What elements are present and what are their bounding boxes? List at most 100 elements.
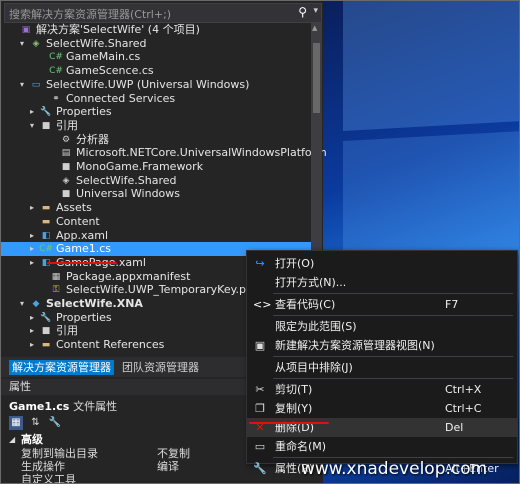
tree-item-label: MonoGame.Framework (76, 160, 204, 173)
menu-item[interactable]: ↪ 打开(O) (247, 254, 517, 273)
tree-item[interactable]: C# GameScence.cs (1, 64, 311, 78)
menu-item[interactable]: 限定为此范围(S) (247, 317, 517, 336)
shared-project-icon: ◈ (32, 38, 40, 49)
alphabetical-icon[interactable]: ⇅ (29, 416, 43, 430)
tree-item[interactable]: ◈ SelectWife.Shared (1, 174, 311, 188)
reference-icon: ■ (61, 189, 71, 200)
tree-item-label: SelectWife.UWP_TemporaryKey.pfx (66, 283, 257, 297)
properties-object[interactable]: Game1.cs 文件属性 (9, 398, 117, 414)
chevron-right-icon[interactable]: ▸ (27, 311, 37, 325)
chevron-right-icon[interactable]: ▸ (27, 256, 37, 270)
scroll-up-icon[interactable]: ▲ (312, 24, 317, 32)
tree-item-label: Properties (56, 310, 112, 324)
package-icon: ▤ (61, 148, 71, 159)
tree-item[interactable]: ▤ Microsoft.NETCore.UniversalWindowsPlatf… (1, 146, 327, 160)
chevron-right-icon[interactable]: ▸ (27, 338, 37, 352)
chevron-right-icon[interactable]: ▸ (27, 242, 37, 256)
tree-item[interactable]: ▸ ◧ App.xaml (1, 229, 311, 243)
chevron-down-icon[interactable]: ▾ (17, 297, 27, 311)
rename-icon: ▭ (254, 440, 266, 453)
tree-item-label: Assets (56, 201, 92, 215)
chevron-right-icon[interactable]: ▸ (27, 229, 37, 243)
tree-item-label: 分析器 (76, 132, 109, 146)
chevron-down-icon[interactable]: ▾ (17, 78, 27, 92)
tab-team-explorer[interactable]: 团队资源管理器 (119, 360, 202, 375)
menu-separator (273, 293, 513, 294)
menu-item[interactable]: 从项目中排除(J) (247, 358, 517, 377)
menu-item-label: 打开(O) (275, 257, 315, 270)
tree-item[interactable]: ▬ Content (1, 215, 311, 229)
menu-item[interactable]: ✂ 剪切(T) Ctrl+X (247, 380, 517, 399)
menu-item-label: 打开方式(N)... (275, 276, 347, 289)
menu-separator (273, 356, 513, 357)
tree-item[interactable]: ■ MonoGame.Framework (1, 160, 311, 174)
annotation-underline (249, 422, 329, 424)
tree-item-label: Package.appxmanifest (66, 269, 191, 283)
tree-item[interactable]: ▸ 🔧 Properties (1, 105, 311, 119)
search-icon[interactable]: ⚲ (298, 5, 307, 19)
chevron-down-icon[interactable]: ▾ (17, 37, 27, 51)
tree-item[interactable]: ▾ ■ 引用 (1, 119, 311, 133)
tree-item[interactable]: ▸ ▬ Assets (1, 201, 311, 215)
reference-icon: ■ (61, 162, 71, 172)
code-icon: <> (253, 298, 272, 311)
context-menu: ↪ 打开(O) 打开方式(N)... <> 查看代码(C) F7 限定为此范围(S) ▣ 新建解… (246, 250, 518, 475)
chevron-down-icon[interactable]: ▾ (313, 6, 318, 16)
tree-item[interactable]: ⚭ Connected Services (1, 92, 311, 106)
copy-icon: ❐ (255, 402, 265, 415)
chevron-right-icon[interactable]: ▸ (27, 105, 37, 119)
folder-icon: ▬ (41, 340, 51, 351)
tree-item[interactable]: ▾ ◈ SelectWife.Shared (1, 37, 311, 51)
categorized-icon[interactable]: ▦ (9, 416, 23, 430)
menu-item[interactable]: ✕ 删除(D) Del (247, 418, 517, 437)
menu-item[interactable]: ❐ 复制(Y) Ctrl+C (247, 399, 517, 418)
tree-item-label: Properties (56, 105, 112, 119)
tree-item[interactable]: ⚙ 分析器 (1, 133, 311, 147)
tree-item-label: 引用 (56, 118, 78, 132)
tree-item-label: SelectWife.Shared (46, 36, 147, 50)
chevron-right-icon[interactable]: ▸ (27, 324, 37, 338)
tree-item-label: GameScence.cs (66, 64, 154, 78)
tree-item[interactable]: ■ Universal Windows (1, 187, 311, 201)
csharp-file-icon: C# (39, 244, 53, 255)
open-icon: ↪ (255, 257, 265, 270)
menu-item-label: 从项目中排除(J) (275, 361, 353, 374)
tree-item-label: Universal Windows (76, 187, 181, 201)
menu-item[interactable]: <> 查看代码(C) F7 (247, 295, 517, 314)
menu-item-label: 限定为此范围(S) (275, 320, 357, 333)
collapse-icon[interactable]: ◢ (9, 433, 15, 447)
property-pages-icon[interactable]: 🔧 (48, 416, 62, 430)
chevron-down-icon[interactable]: ▾ (27, 119, 37, 133)
menu-item[interactable]: ▣ 新建解决方案资源管理器视图(N) (247, 336, 517, 355)
tree-item-label: Content References (56, 338, 165, 352)
xna-project-icon: ◆ (32, 299, 40, 309)
tab-solution-explorer[interactable]: 解决方案资源管理器 (9, 360, 114, 375)
manifest-icon: ▦ (51, 271, 61, 282)
references-icon: ■ (41, 120, 51, 131)
search-input[interactable]: 搜索解决方案资源管理器(Ctrl+;) (9, 6, 171, 22)
tree-item-label: SelectWife.Shared (76, 173, 177, 187)
connected-services-icon: ⚭ (52, 93, 60, 104)
tree-item-label: Content (56, 214, 100, 228)
new-view-icon: ▣ (254, 339, 266, 352)
menu-item-label: 重命名(M) (275, 440, 327, 453)
solution-icon: ▣ (21, 25, 31, 35)
csharp-file-icon: C# (49, 52, 63, 63)
chevron-right-icon[interactable]: ▸ (27, 201, 37, 215)
wrench-icon: 🔧 (40, 107, 52, 118)
menu-item[interactable]: ▭ 重命名(M) (247, 437, 517, 456)
tree-item[interactable]: ▾ ▭ SelectWife.UWP (Universal Windows) (1, 78, 311, 92)
properties-object-name: Game1.cs (9, 400, 70, 413)
search-box[interactable]: 搜索解决方案资源管理器(Ctrl+;) ⚲ ▾ (4, 3, 322, 23)
uwp-project-icon: ▭ (31, 79, 41, 90)
tree-item[interactable]: C# GameMain.cs (1, 50, 311, 64)
tree-item-label: Game1.cs (56, 242, 112, 256)
folder-icon: ▬ (41, 203, 51, 214)
scrollbar-thumb[interactable] (313, 43, 320, 113)
menu-item[interactable]: 打开方式(N)... (247, 273, 517, 292)
menu-separator (273, 378, 513, 379)
tree-item[interactable]: ▣ 解决方案'SelectWife' (4 个项目) (1, 23, 311, 37)
menu-separator (273, 315, 513, 316)
menu-item-label: 复制(Y) (275, 402, 313, 415)
csharp-file-icon: C# (49, 66, 63, 77)
